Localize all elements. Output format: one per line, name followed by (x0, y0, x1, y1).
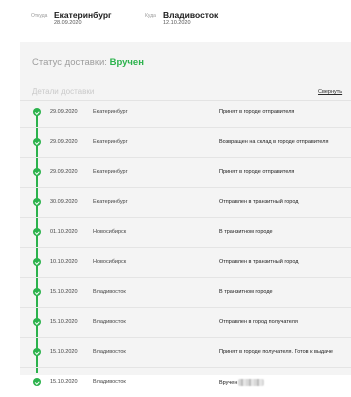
check-circle-icon (33, 288, 41, 296)
event-status-text: Отправлен в транзитный город (219, 199, 299, 205)
event-status: Принят в городе отправителя (219, 169, 294, 175)
event-status: Отправлен в город получателя (219, 319, 298, 325)
event-status: Отправлен в транзитный город (219, 199, 299, 205)
event-status-text: В транзитном городе (219, 229, 273, 235)
event-date: 15.10.2020 (50, 379, 78, 385)
timeline-row: 15.10.2020 Владивосток Принят в городе пол… (20, 337, 351, 368)
event-date: 30.09.2020 (50, 199, 78, 205)
event-status: Принят в городе отправителя (219, 109, 294, 115)
check-circle-icon (33, 168, 41, 176)
event-date: 15.10.2020 (50, 289, 78, 295)
event-status: В транзитном городе (219, 229, 273, 235)
event-date: 29.09.2020 (50, 169, 78, 175)
check-circle-icon (33, 108, 41, 116)
event-city: Владивосток (93, 349, 126, 355)
event-city: Новосибирск (93, 259, 127, 265)
timeline-row: 10.10.2020 Новосибирск Отправлен в транзит… (20, 247, 351, 278)
delivery-panel: Статус доставки: Вручен Детали доставки … (20, 42, 351, 386)
check-circle-icon (33, 318, 41, 326)
timeline-row: 01.10.2020 Новосибирск В транзитном городе (20, 217, 351, 248)
event-status-text: Принят в городе отправителя (219, 109, 295, 115)
event-date: 01.10.2020 (50, 229, 78, 235)
timeline-row: 15.10.2020 Владивосток Отправлен в город п… (20, 307, 351, 338)
redacted-blur (238, 379, 265, 386)
check-circle-icon (33, 198, 41, 206)
event-date: 15.10.2020 (50, 319, 78, 325)
event-city: Новосибирск (93, 229, 127, 235)
event-status: Отправлен в транзитный город (219, 259, 299, 265)
event-date: 29.09.2020 (50, 139, 78, 145)
check-circle-icon (33, 378, 41, 386)
event-city: Екатеринбург (93, 169, 128, 175)
event-status-text: Отправлен в транзитный город (219, 259, 299, 265)
event-city: Владивосток (93, 319, 126, 325)
timeline-row: 29.09.2020 Екатеринбург Возвращен на склад… (20, 127, 351, 158)
to-label: Куда (145, 13, 156, 19)
timeline-row: 15.10.2020 Владивосток В транзитном городе (20, 277, 351, 308)
check-circle-icon (33, 138, 41, 146)
event-city: Екатеринбург (93, 199, 128, 205)
timeline-row: 29.09.2020 Екатеринбург Принят в городе от… (20, 97, 351, 128)
from-date: 28.09.2020 (54, 20, 82, 26)
event-date: 15.10.2020 (50, 349, 78, 355)
event-status-text: Отправлен в город получателя (219, 319, 298, 325)
to-date: 12.10.2020 (163, 20, 191, 26)
check-circle-icon (33, 228, 41, 236)
event-status-text: Вручен (219, 379, 238, 386)
event-status-text: Принят в городе отправителя (219, 169, 295, 175)
event-status: Принят в городе получателя. Готов к выда… (219, 349, 333, 355)
timeline-row: 29.09.2020 Екатеринбург Принят в городе от… (20, 157, 351, 188)
timeline-row: 15.10.2020 Владивосток Вручен (20, 367, 351, 397)
from-label: Откуда (31, 13, 48, 19)
event-city: Владивосток (93, 289, 126, 295)
event-status: Вручен (219, 379, 265, 386)
from-city: Екатеринбург (54, 10, 112, 20)
event-status-text: Возвращен на склад в городе отправителя (219, 139, 329, 145)
check-circle-icon (33, 348, 41, 356)
route-header: Откуда Екатеринбург 28.09.2020 Куда Влад… (0, 0, 351, 40)
timeline-row: 30.09.2020 Екатеринбург Отправлен в транзи… (20, 187, 351, 218)
event-city: Владивосток (93, 379, 126, 385)
event-status-text: Принят в городе получателя. Готов к выда… (219, 349, 333, 355)
tracking-timeline: 29.09.2020 Екатеринбург Принят в городе от… (20, 42, 351, 386)
event-city: Екатеринбург (93, 109, 128, 115)
event-status: В транзитном городе (219, 289, 273, 295)
event-status-text: В транзитном городе (219, 289, 273, 295)
event-city: Екатеринбург (93, 139, 128, 145)
check-circle-icon (33, 258, 41, 266)
event-status: Возвращен на склад в городе отправителя (219, 139, 328, 145)
to-city: Владивосток (163, 10, 219, 20)
event-date: 29.09.2020 (50, 109, 78, 115)
event-date: 10.10.2020 (50, 259, 78, 265)
